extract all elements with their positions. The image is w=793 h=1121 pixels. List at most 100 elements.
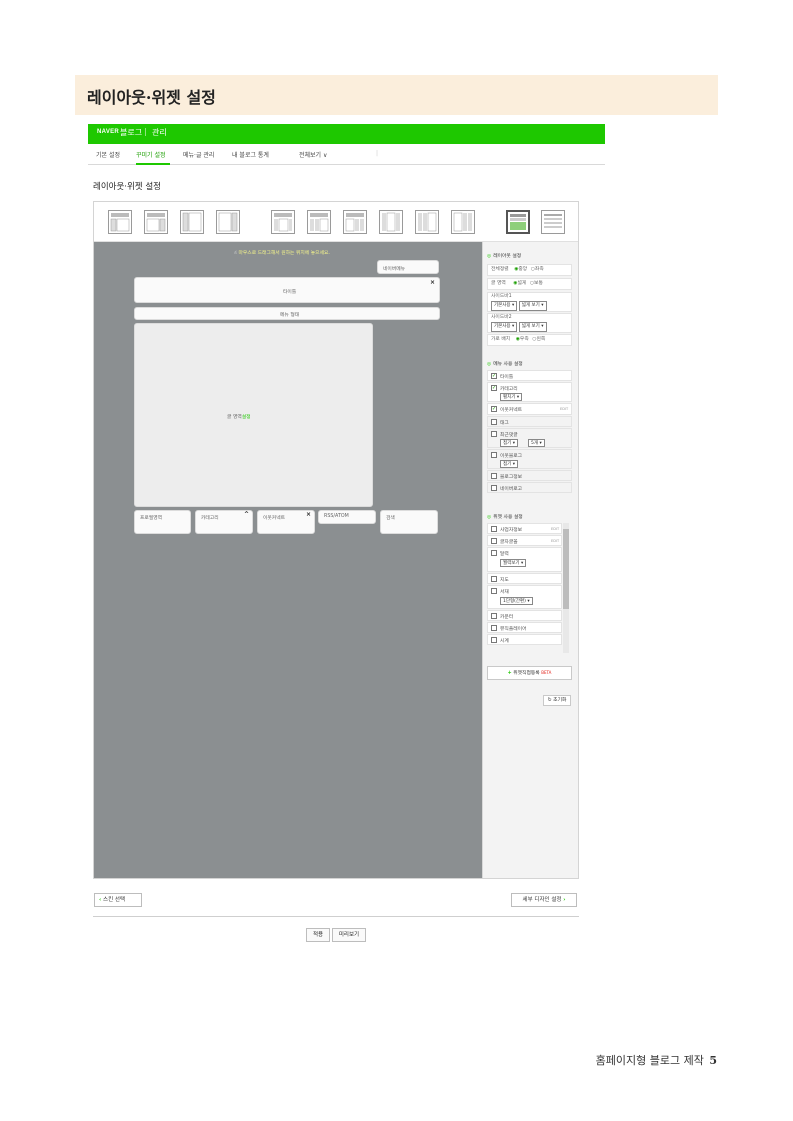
tab-basic-settings[interactable]: 기본 설정 bbox=[96, 150, 120, 159]
settings-sidebar: ◎ 레이아웃 설정 전체정렬 ◉중앙 ○좌측 글 영역 ◉넓게 ○보통 사이드바1… bbox=[482, 242, 578, 878]
layout-settings-heading: ◎ 레이아웃 설정 bbox=[487, 254, 522, 259]
layout-preset-3-icon[interactable] bbox=[180, 210, 204, 234]
sidebar2-use-select[interactable]: 기본사용 ▾ bbox=[491, 322, 518, 332]
menu-item[interactable]: 최근댓글 접기 ▾ 5개 ▾ bbox=[487, 428, 572, 448]
sidebar2-width-select[interactable]: 넓게 보기 ▾ bbox=[518, 322, 547, 332]
naver-top-bar: NAVER 블로그 | 관리 bbox=[88, 124, 605, 144]
layout-preset-11-icon[interactable] bbox=[506, 210, 530, 234]
neighbor-connect-block[interactable]: 이웃커넥트 × bbox=[257, 510, 315, 534]
menu-bar-block[interactable]: 메뉴 형태 bbox=[134, 307, 440, 320]
naver-logo[interactable]: NAVER bbox=[97, 129, 119, 135]
detail-design-button[interactable]: 세부 디자인 설정 › bbox=[511, 893, 577, 907]
checkbox[interactable] bbox=[491, 550, 497, 556]
sidebar1-row: 사이드바1 기본사용 ▾ 넓게 보기 ▾ bbox=[487, 292, 572, 312]
widget-item[interactable]: 서재 1단형(간편) ▾ bbox=[487, 585, 562, 609]
checkbox[interactable] bbox=[491, 526, 497, 532]
layout-editor: ☝ 마우스로 드래그해서 원하는 위치에 놓으세요. 네이버메뉴 타이틀 × 메… bbox=[93, 201, 579, 879]
widget-item[interactable]: 사업자정보 EDIT bbox=[487, 523, 562, 534]
search-block[interactable]: 검색 bbox=[380, 510, 438, 534]
widget-item[interactable]: 지도 bbox=[487, 573, 562, 584]
align-row: 전체정렬 ◉중앙 ○좌측 bbox=[487, 264, 572, 276]
chevron-right-icon: › bbox=[563, 897, 566, 903]
nav-separator: | bbox=[144, 127, 147, 136]
layout-preset-10-icon[interactable] bbox=[451, 210, 475, 234]
rss-block[interactable]: RSS/ATOM bbox=[318, 510, 376, 524]
profile-block[interactable]: 프로필영역 bbox=[134, 510, 191, 534]
layout-preset-9-icon[interactable] bbox=[415, 210, 439, 234]
menu-item[interactable]: 블로그정보 bbox=[487, 470, 572, 481]
layout-preset-12-icon[interactable] bbox=[541, 210, 565, 234]
layout-preset-1-icon[interactable] bbox=[108, 210, 132, 234]
tab-view-all[interactable]: 전체보기 ∨ bbox=[299, 150, 327, 159]
widget-scroll-thumb[interactable] bbox=[563, 529, 569, 609]
widget-direct-register-button[interactable]: + 위젯직접등록 BETA bbox=[487, 666, 572, 680]
layout-preset-2-icon[interactable] bbox=[144, 210, 168, 234]
widget-item[interactable]: 뮤직플레이어 bbox=[487, 622, 562, 633]
checkbox[interactable]: ✓ bbox=[491, 385, 497, 391]
post-width-row: 글 영역 ◉넓게 ○보통 bbox=[487, 278, 572, 290]
title-block[interactable]: 타이틀 × bbox=[134, 277, 440, 303]
menu-settings-heading: ◎ 메뉴 사용 설정 bbox=[487, 362, 523, 367]
layout-canvas[interactable]: ☝ 마우스로 드래그해서 원하는 위치에 놓으세요. 네이버메뉴 타이틀 × 메… bbox=[94, 242, 482, 878]
sidebar2-row: 사이드바2 기본사용 ▾ 넓게 보기 ▾ bbox=[487, 313, 572, 333]
reset-button[interactable]: ↻ 초기화 bbox=[543, 695, 571, 706]
layout-preset-4-icon[interactable] bbox=[216, 210, 240, 234]
skin-select-button[interactable]: ‹ 스킨 선택 bbox=[94, 893, 142, 907]
checkbox[interactable] bbox=[491, 485, 497, 491]
widget-item[interactable]: 카운터 bbox=[487, 610, 562, 621]
refresh-icon: ↻ bbox=[547, 698, 552, 703]
post-area-block[interactable]: 글 영역설정 bbox=[134, 323, 373, 507]
layout-preset-8-icon[interactable] bbox=[379, 210, 403, 234]
widget-item[interactable]: 글자글꼴 EDIT bbox=[487, 535, 562, 546]
layout-preset-7-icon[interactable] bbox=[343, 210, 367, 234]
layout-preset-6-icon[interactable] bbox=[307, 210, 331, 234]
collapse-icon[interactable]: ^ bbox=[244, 511, 249, 518]
tab-menu-post[interactable]: 메뉴·글 관리 bbox=[183, 150, 214, 159]
horizontal-row: 가로 배치 ◉우측 ○왼쪽 bbox=[487, 334, 572, 346]
sidebar1-width-select[interactable]: 넓게 보기 ▾ bbox=[518, 301, 547, 311]
checkbox[interactable] bbox=[491, 473, 497, 479]
checkbox[interactable]: ✓ bbox=[491, 373, 497, 379]
apply-button[interactable]: 적용 bbox=[306, 928, 330, 942]
blog-link[interactable]: 블로그 bbox=[120, 127, 142, 138]
checkbox[interactable] bbox=[491, 613, 497, 619]
close-icon[interactable]: × bbox=[430, 279, 435, 286]
layout-preset-bar bbox=[94, 202, 578, 242]
admin-link[interactable]: 관리 bbox=[152, 127, 167, 138]
widget-settings-heading: ◎ 위젯 사용 설정 bbox=[487, 515, 523, 520]
section-title: 레이아웃·위젯 설정 bbox=[93, 182, 161, 192]
page-header-band: 레이아웃·위젯 설정 bbox=[75, 75, 718, 115]
page-title: 레이아웃·위젯 설정 bbox=[87, 88, 216, 107]
drag-hint: ☝ 마우스로 드래그해서 원하는 위치에 놓으세요. bbox=[234, 251, 330, 256]
checkbox[interactable] bbox=[491, 625, 497, 631]
divider bbox=[93, 916, 579, 917]
checkbox[interactable] bbox=[491, 431, 497, 437]
menu-item[interactable]: 이웃블로그 접기 ▾ bbox=[487, 449, 572, 469]
category-block[interactable]: 카테고리 ^ bbox=[195, 510, 253, 534]
tab-stats[interactable]: 내 블로그 통계 bbox=[232, 150, 269, 159]
menu-item[interactable]: 태그 bbox=[487, 416, 572, 427]
widget-item[interactable]: 달력 월력보기 ▾ bbox=[487, 547, 562, 572]
page-footer: 홈페이지형 블로그 제작 5 bbox=[595, 1054, 717, 1067]
close-icon[interactable]: × bbox=[306, 511, 311, 518]
checkbox[interactable] bbox=[491, 452, 497, 458]
menu-item[interactable]: 네이버로고 bbox=[487, 482, 572, 493]
sidebar1-use-select[interactable]: 기본사용 ▾ bbox=[491, 301, 518, 311]
menu-item[interactable]: ✓ 이웃커넥트 EDIT bbox=[487, 403, 572, 415]
network-menu-block[interactable]: 네이버메뉴 bbox=[377, 260, 439, 274]
widget-item[interactable]: 시계 bbox=[487, 634, 562, 645]
checkbox[interactable] bbox=[491, 637, 497, 643]
checkbox[interactable] bbox=[491, 419, 497, 425]
plus-icon: + bbox=[507, 671, 512, 676]
checkbox[interactable] bbox=[491, 588, 497, 594]
preview-button[interactable]: 미리보기 bbox=[332, 928, 366, 942]
checkbox[interactable]: ✓ bbox=[491, 406, 497, 412]
layout-preset-5-icon[interactable] bbox=[271, 210, 295, 234]
tab-design-settings[interactable]: 꾸미기 설정 bbox=[136, 150, 166, 159]
menu-item[interactable]: ✓ 카테고리 펼치기 ▾ bbox=[487, 382, 572, 402]
menu-item[interactable]: ✓ 타이틀 bbox=[487, 370, 572, 381]
checkbox[interactable] bbox=[491, 538, 497, 544]
chevron-left-icon: ‹ bbox=[99, 897, 102, 903]
checkbox[interactable] bbox=[491, 576, 497, 582]
page-number: 5 bbox=[709, 1054, 717, 1067]
